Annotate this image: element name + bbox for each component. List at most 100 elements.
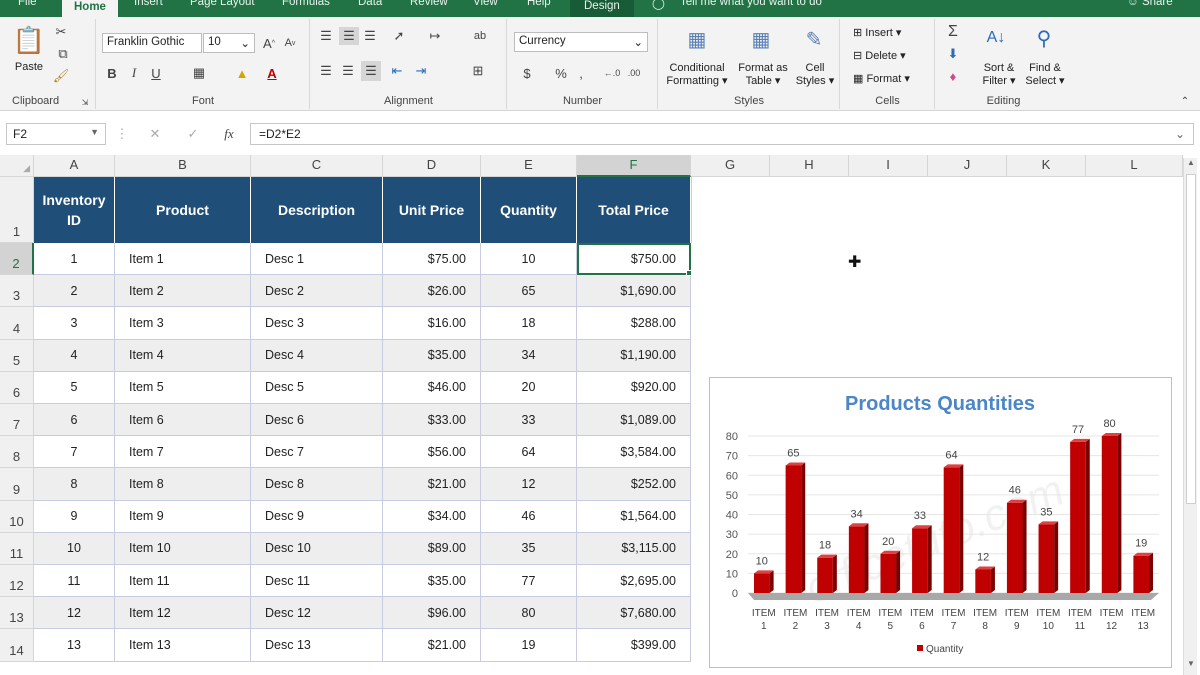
bold-icon[interactable]: B xyxy=(105,63,119,83)
table-header-unit-price[interactable]: Unit Price xyxy=(383,177,481,243)
unit-price-cell[interactable]: $34.00 xyxy=(383,500,481,533)
align-bottom-icon[interactable]: ☰ xyxy=(361,27,379,45)
product-cell[interactable]: Item 5 xyxy=(115,371,251,404)
empty-cell[interactable] xyxy=(691,275,770,307)
inventory-id-cell[interactable]: 10 xyxy=(34,532,115,565)
tab-home[interactable]: Home xyxy=(62,0,118,18)
empty-cell[interactable] xyxy=(849,340,928,372)
align-right-icon[interactable]: ☰ xyxy=(361,61,381,81)
description-cell[interactable]: Desc 5 xyxy=(251,371,383,404)
increase-font-icon[interactable]: A ^ xyxy=(261,33,277,53)
underline-icon[interactable]: U xyxy=(149,63,163,83)
inventory-id-cell[interactable]: 7 xyxy=(34,436,115,469)
row-header-7[interactable]: 7 xyxy=(0,404,34,437)
total-price-cell[interactable]: $1,089.00 xyxy=(577,404,691,437)
dialog-launcher-icon[interactable]: ⇲ xyxy=(80,97,90,107)
empty-cell[interactable] xyxy=(1086,243,1183,275)
cell-styles-button[interactable]: Cell Styles ▾ xyxy=(793,62,837,88)
quantity-cell[interactable]: 80 xyxy=(481,597,577,630)
scroll-up-icon[interactable]: ▲ xyxy=(1185,158,1197,172)
sort-filter-icon[interactable]: A↓ xyxy=(982,23,1010,53)
table-header-inventory-id[interactable]: Inventory ID xyxy=(34,177,115,243)
total-price-cell[interactable]: $920.00 xyxy=(577,371,691,404)
empty-cell[interactable] xyxy=(691,340,770,372)
find-select-button[interactable]: Find & Select ▾ xyxy=(1022,62,1068,88)
unit-price-cell[interactable]: $35.00 xyxy=(383,339,481,372)
italic-icon[interactable]: I xyxy=(127,63,141,83)
column-header-b[interactable]: B xyxy=(115,155,251,177)
tab-data[interactable]: Data xyxy=(358,0,382,8)
quantity-cell[interactable]: 65 xyxy=(481,275,577,308)
row-header-9[interactable]: 9 xyxy=(0,468,34,501)
quantity-cell[interactable]: 77 xyxy=(481,565,577,598)
product-cell[interactable]: Item 8 xyxy=(115,468,251,501)
scroll-down-icon[interactable]: ▼ xyxy=(1185,659,1197,673)
product-cell[interactable]: Item 3 xyxy=(115,307,251,340)
bar[interactable] xyxy=(848,523,869,593)
chart[interactable]: officetuto.com Products Quantities 0 10 20 30… xyxy=(709,377,1172,668)
column-header-h[interactable]: H xyxy=(770,155,849,177)
product-cell[interactable]: Item 12 xyxy=(115,597,251,630)
unit-price-cell[interactable]: $21.00 xyxy=(383,629,481,662)
row-header-3[interactable]: 3 xyxy=(0,275,34,308)
quantity-cell[interactable]: 34 xyxy=(481,339,577,372)
product-cell[interactable]: Item 4 xyxy=(115,339,251,372)
unit-price-cell[interactable]: $89.00 xyxy=(383,532,481,565)
paste-button[interactable]: Paste xyxy=(12,61,46,74)
column-header-k[interactable]: K xyxy=(1007,155,1086,177)
column-header-i[interactable]: I xyxy=(849,155,928,177)
bar[interactable] xyxy=(754,570,774,593)
share-button[interactable]: ☺ Share xyxy=(1127,0,1173,8)
empty-cell[interactable] xyxy=(770,177,849,243)
unit-price-cell[interactable]: $56.00 xyxy=(383,436,481,469)
unit-price-cell[interactable]: $21.00 xyxy=(383,468,481,501)
description-cell[interactable]: Desc 1 xyxy=(251,243,383,276)
orientation-icon[interactable]: ➚ xyxy=(387,27,411,45)
tab-insert[interactable]: Insert xyxy=(134,0,163,8)
unit-price-cell[interactable]: $96.00 xyxy=(383,597,481,630)
enter-icon[interactable]: ✓ xyxy=(184,125,202,143)
inventory-id-cell[interactable]: 1 xyxy=(34,243,115,276)
row-header-4[interactable]: 4 xyxy=(0,307,34,340)
empty-cell[interactable] xyxy=(1007,275,1086,307)
wrap-text-icon[interactable]: ab xyxy=(471,27,489,45)
description-cell[interactable]: Desc 3 xyxy=(251,307,383,340)
empty-cell[interactable] xyxy=(1007,340,1086,372)
decrease-decimal-icon[interactable]: .00 xyxy=(624,63,644,83)
empty-cell[interactable] xyxy=(849,177,928,243)
empty-cell[interactable] xyxy=(691,243,770,275)
cancel-icon[interactable]: ✕ xyxy=(146,125,164,143)
total-price-cell[interactable]: $1,690.00 xyxy=(577,275,691,308)
empty-cell[interactable] xyxy=(1007,243,1086,275)
tab-help[interactable]: Help xyxy=(527,0,551,8)
empty-cell[interactable] xyxy=(1086,307,1183,339)
column-header-f[interactable]: F xyxy=(577,155,691,177)
row-header-10[interactable]: 10 xyxy=(0,500,34,533)
empty-cell[interactable] xyxy=(770,275,849,307)
bar[interactable] xyxy=(1133,552,1153,593)
empty-cell[interactable] xyxy=(1086,340,1183,372)
description-cell[interactable]: Desc 9 xyxy=(251,500,383,533)
empty-cell[interactable] xyxy=(928,177,1007,243)
product-cell[interactable]: Item 6 xyxy=(115,404,251,437)
unit-price-cell[interactable]: $33.00 xyxy=(383,404,481,437)
scroll-thumb[interactable] xyxy=(1186,174,1196,504)
column-header-c[interactable]: C xyxy=(251,155,383,177)
row-header-8[interactable]: 8 xyxy=(0,436,34,469)
column-header-g[interactable]: G xyxy=(691,155,770,177)
empty-cell[interactable] xyxy=(928,307,1007,339)
empty-cell[interactable] xyxy=(928,275,1007,307)
column-header-e[interactable]: E xyxy=(481,155,577,177)
collapse-ribbon-icon[interactable]: ⌃ xyxy=(1178,95,1192,107)
cut-icon[interactable]: ✂ xyxy=(52,23,70,41)
quantity-cell[interactable]: 20 xyxy=(481,371,577,404)
empty-cell[interactable] xyxy=(928,340,1007,372)
total-price-cell[interactable]: $7,680.00 xyxy=(577,597,691,630)
merge-center-icon[interactable]: ⊞ xyxy=(467,61,489,81)
bar[interactable] xyxy=(975,566,995,593)
format-cells-button[interactable]: ▦ Format ▾ xyxy=(853,73,910,86)
total-price-cell[interactable]: $1,564.00 xyxy=(577,500,691,533)
copy-icon[interactable]: ⧉ xyxy=(52,45,74,63)
total-price-cell[interactable]: $3,584.00 xyxy=(577,436,691,469)
font-name-select[interactable]: Franklin Gothic xyxy=(102,33,202,53)
